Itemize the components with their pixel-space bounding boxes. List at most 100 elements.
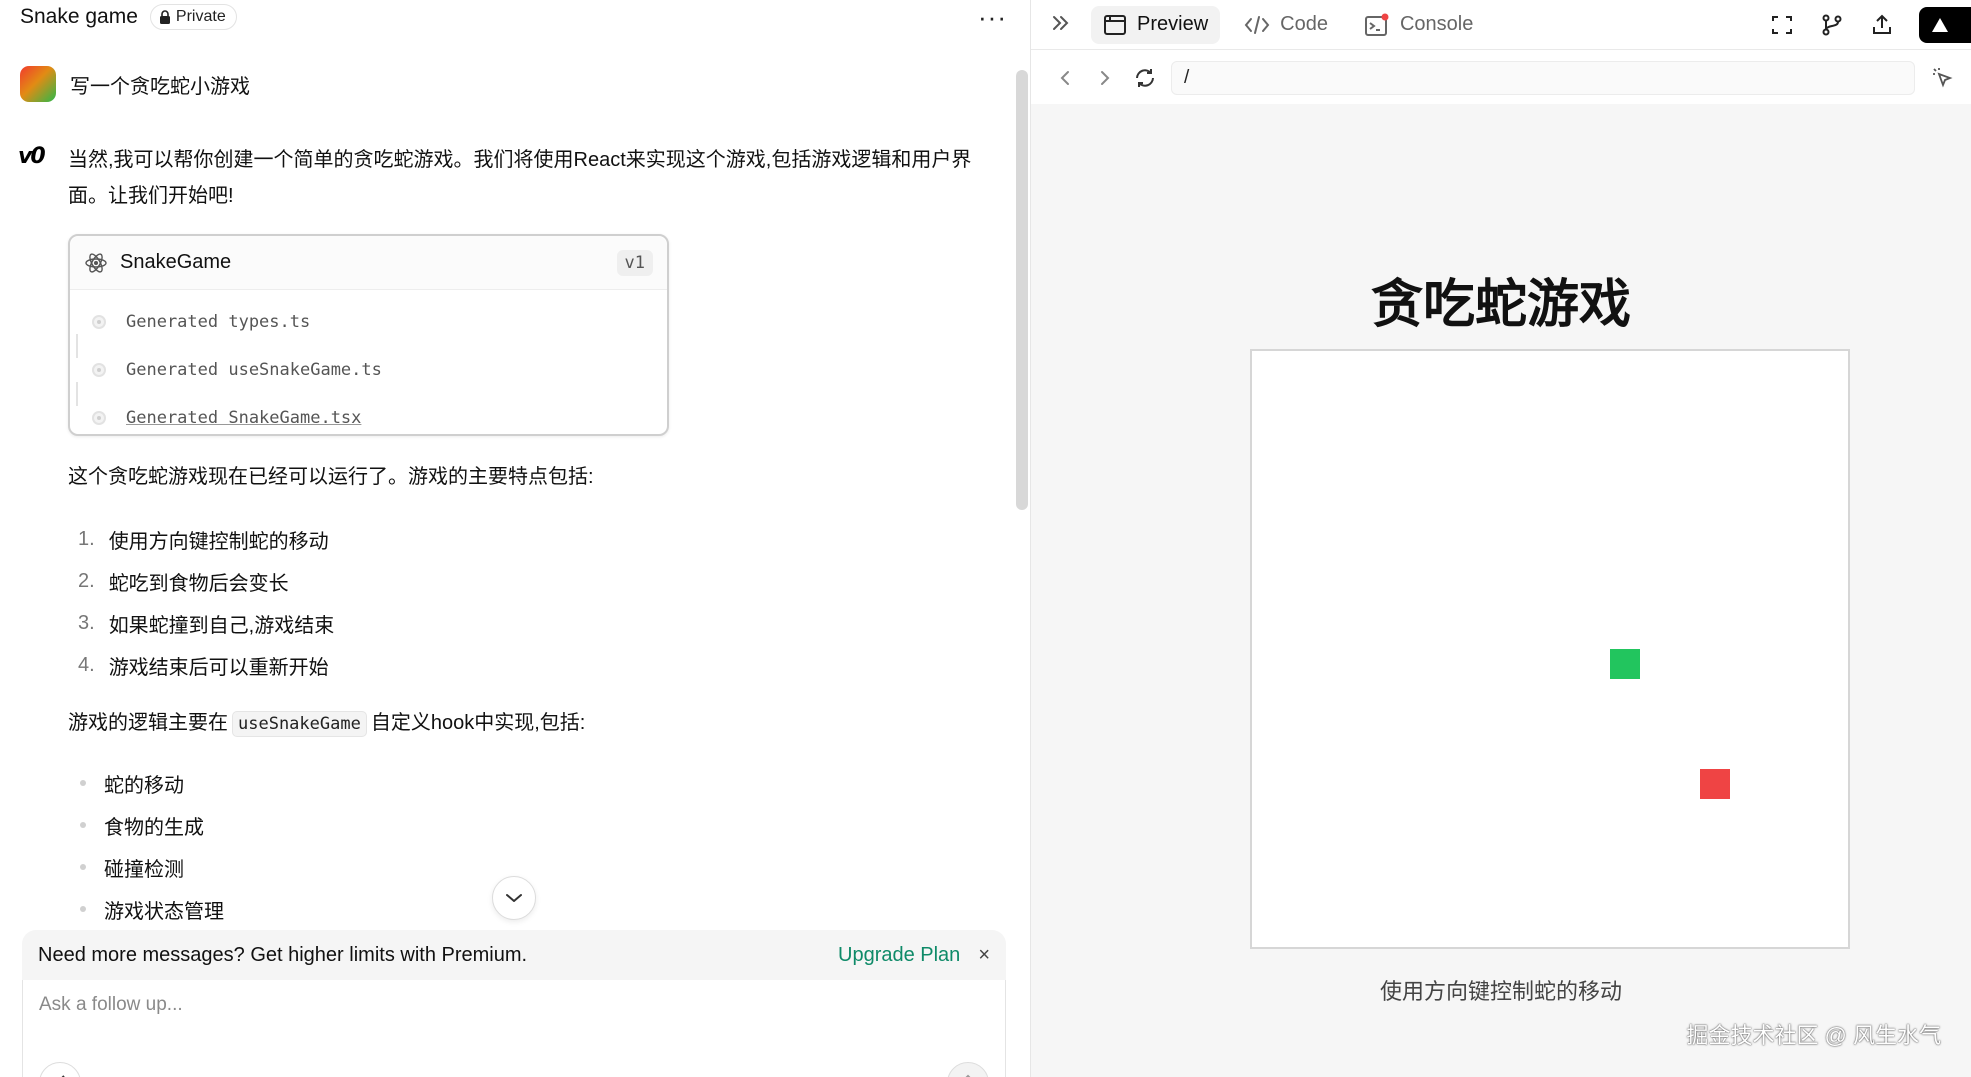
- cursor-select-icon: [1933, 68, 1953, 88]
- food-item: [1700, 769, 1730, 799]
- list-item-text: 食物的生成: [104, 816, 204, 839]
- logic-list: 蛇的移动 食物的生成 碰撞检测 游戏状态管理: [78, 762, 224, 930]
- list-item-text: 如果蛇撞到自己,游戏结束: [108, 614, 335, 637]
- user-message-text: 写一个贪吃蛇小游戏: [70, 75, 250, 98]
- artifact-version-badge: v1: [616, 249, 653, 276]
- message-composer[interactable]: Ask a follow up...: [22, 980, 1006, 1077]
- artifact-step[interactable]: Generated SnakeGame.tsx: [92, 394, 667, 442]
- send-button[interactable]: [947, 1062, 989, 1077]
- list-item: 食物的生成: [78, 804, 224, 846]
- snake-segment: [1610, 649, 1640, 679]
- close-banner-button[interactable]: ×: [978, 944, 990, 967]
- privacy-badge[interactable]: Private: [149, 4, 237, 30]
- list-number: 3.: [78, 611, 95, 634]
- list-item-text: 蛇的移动: [104, 774, 184, 797]
- git-branch-icon: [1822, 14, 1842, 36]
- chat-pane: Snake game Private ··· 写一个贪吃蛇小游戏 v0 当然,我…: [0, 0, 1030, 1077]
- artifact-card[interactable]: SnakeGame v1 Generated types.ts Generate…: [68, 234, 669, 436]
- step-dot-icon: [92, 315, 106, 329]
- list-number: 2.: [78, 569, 95, 592]
- list-item: 3. 如果蛇撞到自己,游戏结束: [78, 602, 334, 644]
- bullet-icon: [80, 780, 86, 786]
- user-message: 写一个贪吃蛇小游戏: [20, 66, 250, 102]
- logic-paragraph: 游戏的逻辑主要在 useSnakeGame 自定义hook中实现,包括:: [68, 706, 585, 737]
- bullet-icon: [80, 864, 86, 870]
- list-number: 1.: [78, 527, 95, 550]
- inline-code: useSnakeGame: [232, 711, 367, 737]
- code-icon: [1244, 15, 1270, 34]
- chat-title[interactable]: Snake game: [20, 5, 138, 29]
- premium-banner: Need more messages? Get higher limits wi…: [22, 930, 1006, 980]
- chevron-down-icon: [506, 894, 522, 902]
- artifact-step-text: Generated types.ts: [126, 312, 311, 332]
- list-item-text: 蛇吃到食物后会变长: [108, 572, 289, 595]
- list-item: 1. 使用方向键控制蛇的移动: [78, 518, 334, 560]
- preview-pane: Preview Code Console / 贪吃蛇游戏 使用方向键控制蛇的移动…: [1031, 0, 1971, 1077]
- premium-banner-text: Need more messages? Get higher limits wi…: [38, 943, 528, 966]
- list-item-text: 游戏状态管理: [104, 900, 224, 923]
- preview-frame: 贪吃蛇游戏 使用方向键控制蛇的移动 掘金技术社区 @ 风生水气: [1031, 104, 1971, 1077]
- url-input[interactable]: /: [1171, 61, 1915, 95]
- url-bar: /: [1031, 56, 1971, 100]
- logic-suffix: 自定义hook中实现,包括:: [370, 712, 586, 734]
- list-item: 碰撞检测: [78, 846, 224, 888]
- features-intro: 这个贪吃蛇游戏现在已经可以运行了。游戏的主要特点包括:: [68, 466, 594, 488]
- list-item: 游戏状态管理: [78, 888, 224, 930]
- artifact-steps: Generated types.ts Generated useSnakeGam…: [70, 290, 667, 442]
- more-options-button[interactable]: ···: [978, 2, 1007, 32]
- bullet-icon: [80, 822, 86, 828]
- bullet-icon: [80, 906, 86, 912]
- step-dot-icon: [92, 411, 106, 425]
- privacy-label: Private: [175, 8, 226, 25]
- react-atom-icon: [85, 252, 107, 273]
- list-item: 2. 蛇吃到食物后会变长: [78, 560, 334, 602]
- chevron-left-icon: [1060, 71, 1069, 85]
- browser-window-icon: [1104, 14, 1126, 35]
- arrow-up-icon: [965, 1074, 971, 1077]
- chat-header: Snake game Private: [20, 0, 237, 34]
- tab-label: Code: [1280, 13, 1328, 35]
- preview-tabs-bar: Preview Code Console: [1031, 0, 1971, 50]
- artifact-step-link[interactable]: Generated SnakeGame.tsx: [126, 408, 361, 428]
- forward-button[interactable]: [1085, 69, 1125, 87]
- v0-logo: v0: [18, 144, 46, 169]
- artifact-step: Generated useSnakeGame.ts: [92, 346, 667, 394]
- artifact-step: Generated types.ts: [92, 298, 667, 346]
- assistant-intro: 当然,我可以帮你创建一个简单的贪吃蛇游戏。我们将使用React来实现这个游戏,包…: [68, 149, 972, 207]
- tab-label: Preview: [1137, 13, 1209, 35]
- composer-input[interactable]: Ask a follow up...: [39, 994, 183, 1016]
- list-item: 蛇的移动: [78, 762, 224, 804]
- deploy-button[interactable]: [1919, 7, 1971, 43]
- paperclip-icon: [61, 1075, 65, 1077]
- tab-console[interactable]: Console: [1352, 6, 1485, 44]
- collapse-chat-button[interactable]: [1051, 12, 1091, 38]
- tab-preview[interactable]: Preview: [1091, 5, 1221, 44]
- logic-prefix: 游戏的逻辑主要在: [68, 712, 228, 734]
- avatar: [20, 66, 56, 102]
- terminal-icon: [1364, 13, 1389, 36]
- back-button[interactable]: [1045, 69, 1085, 87]
- preview-actions: [1769, 0, 1971, 50]
- tab-code[interactable]: Code: [1232, 6, 1340, 44]
- attach-button[interactable]: [39, 1062, 81, 1077]
- branch-button[interactable]: [1819, 12, 1845, 38]
- list-item-text: 游戏结束后可以重新开始: [108, 656, 329, 679]
- chat-scrollbar[interactable]: [1016, 70, 1028, 510]
- fullscreen-button[interactable]: [1769, 12, 1795, 38]
- upload-icon: [1873, 14, 1891, 34]
- lock-icon: [159, 10, 170, 24]
- step-dot-icon: [92, 363, 106, 377]
- step-connector: [76, 334, 78, 358]
- upgrade-plan-link[interactable]: Upgrade Plan: [838, 944, 960, 967]
- artifact-step-text: Generated useSnakeGame.ts: [126, 360, 382, 380]
- chevron-right-icon: [1101, 71, 1110, 85]
- inspect-element-button[interactable]: [1931, 66, 1955, 95]
- reload-button[interactable]: [1125, 66, 1165, 90]
- game-title: 贪吃蛇游戏: [1370, 276, 1631, 334]
- share-button[interactable]: [1869, 12, 1895, 38]
- triangle-logo-icon: [1932, 18, 1948, 32]
- features-list: 1. 使用方向键控制蛇的移动 2. 蛇吃到食物后会变长 3. 如果蛇撞到自己,游戏结束…: [78, 518, 334, 686]
- scroll-to-bottom-button[interactable]: [492, 876, 536, 920]
- list-item-text: 碰撞检测: [104, 858, 184, 881]
- game-board: [1250, 349, 1850, 949]
